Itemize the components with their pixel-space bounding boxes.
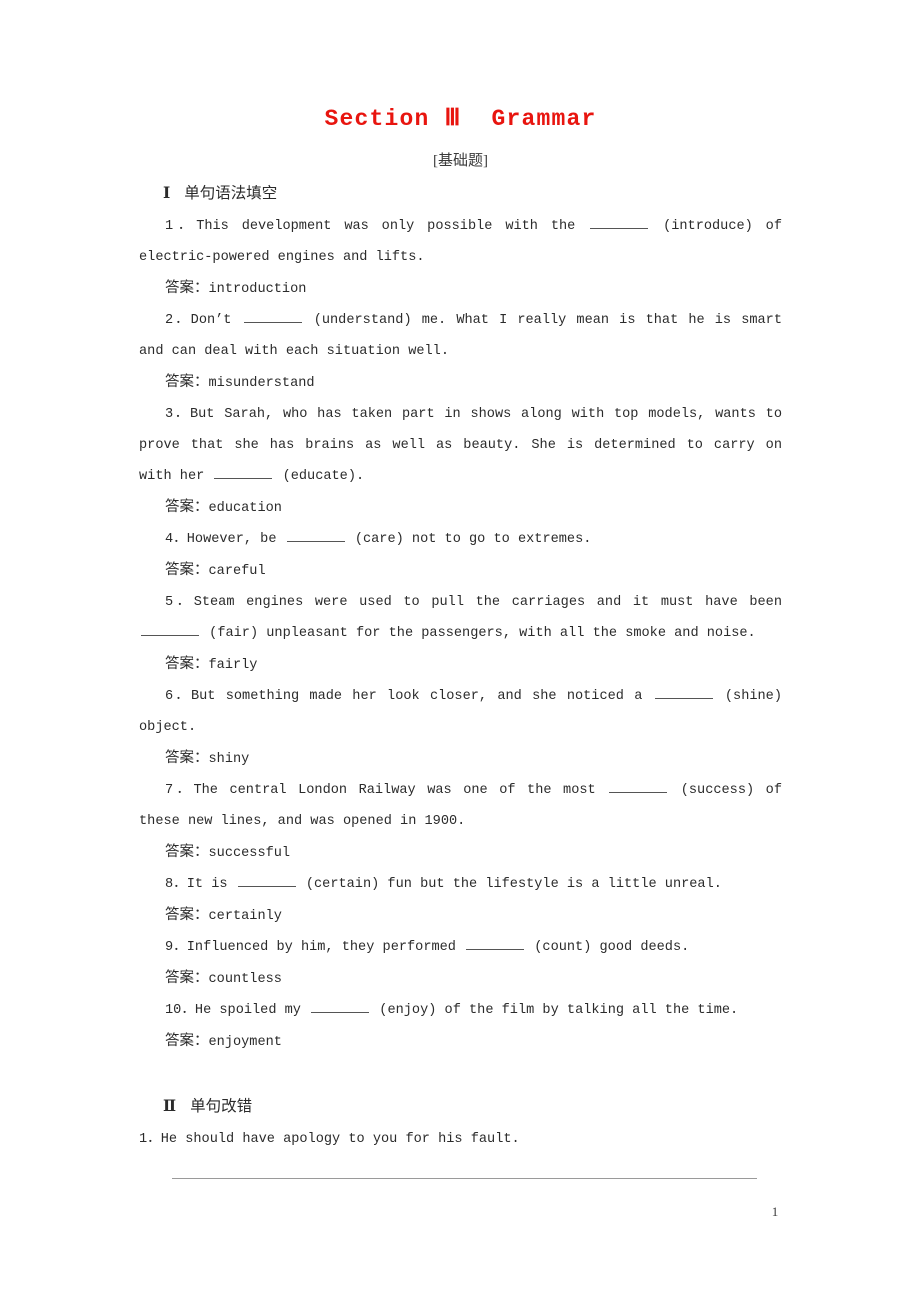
question-10: 10．He spoiled my (enjoy) of the film by … [139, 995, 782, 1026]
blank-9 [466, 936, 525, 950]
question-1-pre: 1．This development was only possible wit… [165, 219, 589, 234]
difficulty-subtitle: [基础题] [433, 153, 488, 169]
page-title: Section Ⅲ Grammar [324, 106, 597, 132]
answer-8: 答案：certainly [139, 900, 782, 932]
answer-7-label: 答案： [165, 844, 209, 860]
question-9: 9．Influenced by him, they performed (cou… [139, 932, 782, 963]
answer-2-value: misunderstand [208, 376, 315, 391]
answer-6: 答案：shiny [139, 743, 782, 775]
answer-7-value: successful [208, 846, 291, 861]
blank-8 [237, 873, 296, 887]
question-10-pre: 10．He spoiled my [165, 1003, 310, 1018]
answer-10-value: enjoyment [208, 1035, 282, 1050]
answer-8-label: 答案： [165, 907, 209, 923]
answer-7: 答案：successful [139, 837, 782, 869]
answer-5-label: 答案： [165, 656, 209, 672]
question-6-pre: 6．But something made her look closer, an… [165, 689, 653, 704]
question-8: 8．It is (certain) fun but the lifestyle … [139, 869, 782, 900]
blank-7 [609, 779, 668, 793]
answer-6-value: shiny [208, 752, 250, 767]
answer-3: 答案：education [139, 492, 782, 524]
answer-2: 答案：misunderstand [139, 367, 782, 399]
answer-9-value: countless [208, 972, 282, 987]
section-numeral-1: Ⅰ [163, 185, 171, 202]
section-heading-2: Ⅱ 单句改错 [139, 1094, 782, 1120]
question-10-post: (enjoy) of the film by talking all the t… [371, 1003, 739, 1018]
question-2: 2．Don’t (understand) me. What I really m… [139, 305, 782, 367]
answer-1-value: introduction [208, 282, 307, 297]
answer-3-value: education [208, 501, 282, 516]
page-number: 1 [771, 1204, 779, 1219]
answer-4-value: careful [208, 564, 266, 579]
blank-5 [141, 622, 199, 636]
question-6: 6．But something made her look closer, an… [139, 681, 782, 743]
answer-5: 答案：fairly [139, 649, 782, 681]
blank-6 [654, 685, 713, 699]
document-page: Section Ⅲ Grammar [基础题] Ⅰ 单句语法填空 1．This d… [0, 0, 920, 1302]
question-3: 3．But Sarah, who has taken part in shows… [139, 399, 782, 492]
answer-8-value: certainly [208, 909, 282, 924]
question-5-pre: 5．Steam engines were used to pull the ca… [165, 595, 782, 610]
question-8-pre: 8．It is [165, 877, 236, 892]
question-9-post: (count) good deeds. [526, 940, 690, 955]
answer-10-label: 答案： [165, 1033, 209, 1049]
question-2-pre: 2．Don’t [165, 313, 242, 328]
answer-1: 答案：introduction [139, 273, 782, 305]
question-4: 4．However, be (care) not to go to extrem… [139, 524, 782, 555]
answer-9-label: 答案： [165, 970, 209, 986]
question-3-post: (educate). [274, 469, 365, 484]
answer-6-label: 答案： [165, 750, 209, 766]
section-label-1: 单句语法填空 [184, 185, 278, 202]
answer-10: 答案：enjoyment [139, 1026, 782, 1058]
question-7-pre: 7．The central London Railway was one of … [165, 783, 608, 798]
question-8-post: (certain) fun but the lifestyle is a lit… [297, 877, 722, 892]
footer-divider [172, 1178, 757, 1179]
blank-1 [590, 215, 649, 229]
section-numeral-2: Ⅱ [163, 1098, 177, 1115]
answer-5-value: fairly [208, 658, 258, 673]
answer-2-label: 答案： [165, 374, 209, 390]
question-5: 5．Steam engines were used to pull the ca… [139, 587, 782, 649]
question-5-post: (fair) unpleasant for the passengers, wi… [201, 626, 756, 641]
section-label-2: 单句改错 [190, 1098, 253, 1115]
answer-1-label: 答案： [165, 280, 209, 296]
question-4-pre: 4．However, be [165, 532, 285, 547]
question-9-pre: 9．Influenced by him, they performed [165, 940, 465, 955]
question-4-post: (care) not to go to extremes. [346, 532, 592, 547]
answer-4-label: 答案： [165, 562, 209, 578]
blank-2 [243, 309, 302, 323]
blank-4 [286, 528, 345, 542]
section-heading-1: Ⅰ 单句语法填空 [139, 181, 782, 207]
answer-9: 答案：countless [139, 963, 782, 995]
correction-question-1: 1．He should have apology to you for his … [139, 1132, 520, 1147]
answer-4: 答案：careful [139, 555, 782, 587]
document-content: Section Ⅲ Grammar [基础题] Ⅰ 单句语法填空 1．This d… [139, 104, 782, 1155]
blank-10 [311, 999, 370, 1013]
question-1: 1．This development was only possible wit… [139, 211, 782, 273]
question-7: 7．The central London Railway was one of … [139, 775, 782, 837]
blank-3 [214, 465, 273, 479]
answer-3-label: 答案： [165, 499, 209, 515]
